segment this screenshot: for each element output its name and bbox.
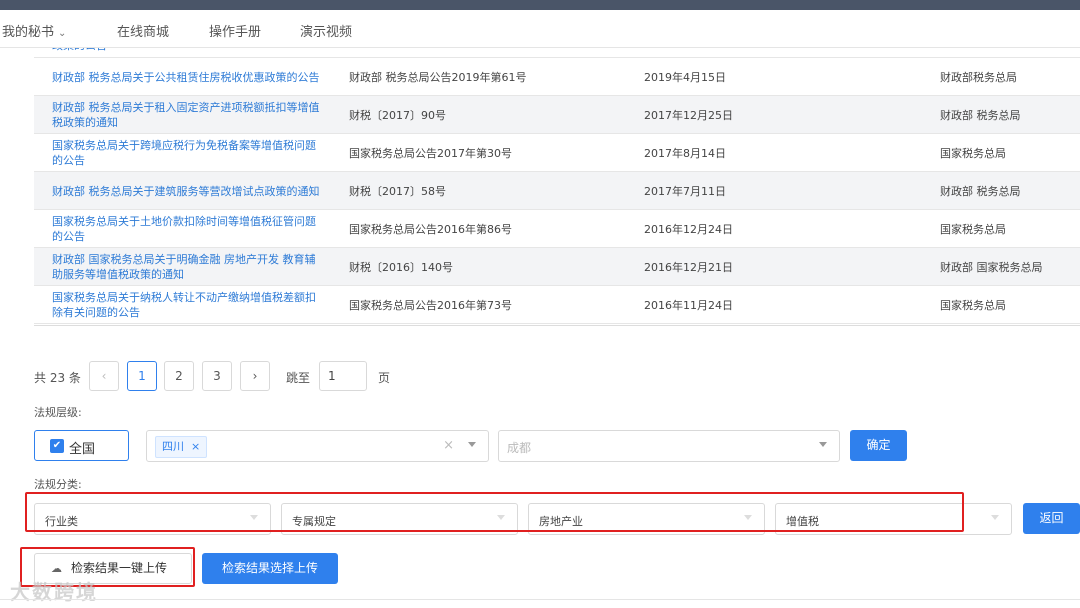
province-select[interactable]: 四川 × × [146,430,489,462]
document-number: 国家税务总局公告2016年第73号 [349,298,512,312]
regulation-title-link[interactable]: 国家税务总局关于跨境应税行为免税备案等增值税问题的公告 [52,134,322,172]
national-checkbox-label: 全国 [69,442,96,457]
issuing-authority: 国家税务总局 [940,146,1006,160]
issuing-authority: 财政部 国家税务总局 [940,260,1043,274]
pagination: 共 23 条 ‹ 1 2 3 › 跳至 页 [34,361,434,391]
nav-online-store[interactable]: 在线商城 [117,21,169,40]
checkmark-icon: ✔ [50,439,64,453]
table-row: 财政部 税务总局关于公共租赁住房税收优惠政策的公告 财政部 税务总局公告2019… [34,58,1080,96]
regulation-title-link[interactable]: 财政部 税务总局关于租入固定资产进项税额抵扣等增值税政策的通知 [52,96,322,134]
table-row-partial[interactable]: 政策的公告 [34,48,1080,58]
regulation-title-link[interactable]: 财政部 税务总局关于公共租赁住房税收优惠政策的公告 [52,58,322,96]
top-bar [0,0,1080,10]
table-row: 国家税务总局关于纳税人转让不动产缴纳增值税差额扣除有关问题的公告 国家税务总局公… [34,286,1080,324]
issue-date: 2019年4月15日 [644,70,726,84]
level-label: 法规层级: [34,406,82,419]
table-row: 财政部 国家税务总局关于明确金融 房地产开发 教育辅助服务等增值税政策的通知 财… [34,248,1080,286]
divider [0,599,1080,600]
document-number: 财税〔2017〕58号 [349,184,446,198]
issue-date: 2017年8月14日 [644,146,726,160]
regulation-title-link[interactable]: 财政部 国家税务总局关于明确金融 房地产开发 教育辅助服务等增值税政策的通知 [52,248,322,286]
chevron-down-icon [991,515,999,520]
issuing-authority: 国家税务总局 [940,298,1006,312]
document-number: 财税〔2016〕140号 [349,260,453,274]
watermark: 大数跨境 [10,580,98,604]
goto-label: 跳至 [286,371,311,385]
select-value: 增值税 [786,515,819,528]
category-label: 法规分类: [34,478,82,491]
confirm-button[interactable]: 确定 [850,430,907,461]
category-select-vat[interactable]: 增值税 [775,503,1012,535]
goto-page-input[interactable] [319,361,367,391]
document-number: 财税〔2017〕90号 [349,108,446,122]
chevron-down-icon: ⌄ [58,28,67,39]
table-row: 国家税务总局关于跨境应税行为免税备案等增值税问题的公告 国家税务总局公告2017… [34,134,1080,172]
province-tag-label: 四川 [162,440,184,453]
issue-date: 2016年12月24日 [644,222,733,236]
regulation-title-link[interactable]: 国家税务总局关于纳税人转让不动产缴纳增值税差额扣除有关问题的公告 [52,286,322,324]
chevron-down-icon [744,515,752,520]
issuing-authority: 财政部税务总局 [940,70,1017,84]
table-row: 财政部 税务总局关于租入固定资产进项税额抵扣等增值税政策的通知 财税〔2017〕… [34,96,1080,134]
national-checkbox[interactable]: ✔ 全国 [34,430,129,461]
upload-selected-button[interactable]: 检索结果选择上传 [202,553,338,584]
category-select-industry[interactable]: 行业类 [34,503,271,535]
regulation-title-link[interactable]: 国家税务总局关于土地价款扣除时间等增值税征管问题的公告 [52,210,322,248]
results-table: 政策的公告 财政部 税务总局关于公共租赁住房税收优惠政策的公告 财政部 税务总局… [34,48,1080,326]
city-placeholder: 成都 [507,441,532,455]
page-button-1[interactable]: 1 [127,361,157,391]
issuing-authority: 财政部 税务总局 [940,184,1021,198]
select-value: 行业类 [45,515,78,528]
select-value: 房地产业 [539,515,583,528]
chevron-down-icon [497,515,505,520]
issue-date: 2016年12月21日 [644,260,733,274]
issuing-authority: 财政部 税务总局 [940,108,1021,122]
issue-date: 2017年12月25日 [644,108,733,122]
nav-my-secretary[interactable]: 我的秘书 ⌄ [2,21,66,40]
page-unit-label: 页 [378,371,391,385]
chevron-down-icon [250,515,258,520]
nav-item-label: 我的秘书 [2,25,55,40]
city-select[interactable]: 成都 [498,430,840,462]
document-number: 国家税务总局公告2017年第30号 [349,146,512,160]
page-button-2[interactable]: 2 [164,361,194,391]
province-tag: 四川 × [155,436,208,458]
nav-demo-video[interactable]: 演示视频 [300,21,352,40]
category-select-realestate[interactable]: 房地产业 [528,503,765,535]
regulation-title-link[interactable]: 财政部 税务总局关于建筑服务等营改增试点政策的通知 [52,172,322,210]
back-button[interactable]: 返回 [1023,503,1080,534]
document-number: 财政部 税务总局公告2019年第61号 [349,70,527,84]
tag-remove-icon[interactable]: × [191,440,200,453]
clear-icon[interactable]: × [443,438,454,453]
chevron-down-icon [819,442,827,447]
issue-date: 2017年7月11日 [644,184,726,198]
category-select-special[interactable]: 专属规定 [281,503,518,535]
select-value: 专属规定 [292,515,336,528]
table-row: 财政部 税务总局关于建筑服务等营改增试点政策的通知 财税〔2017〕58号 20… [34,172,1080,210]
document-number: 国家税务总局公告2016年第86号 [349,222,512,236]
nav-manual[interactable]: 操作手册 [209,21,261,40]
page-button-3[interactable]: 3 [202,361,232,391]
top-nav: 我的秘书 ⌄ 在线商城 操作手册 演示视频 [0,10,1080,48]
total-count: 共 23 条 [34,371,81,385]
next-page-button[interactable]: › [240,361,270,391]
chevron-down-icon [468,442,476,447]
issue-date: 2016年11月24日 [644,298,733,312]
issuing-authority: 国家税务总局 [940,222,1006,236]
table-row: 国家税务总局关于土地价款扣除时间等增值税征管问题的公告 国家税务总局公告2016… [34,210,1080,248]
prev-page-button[interactable]: ‹ [89,361,119,391]
